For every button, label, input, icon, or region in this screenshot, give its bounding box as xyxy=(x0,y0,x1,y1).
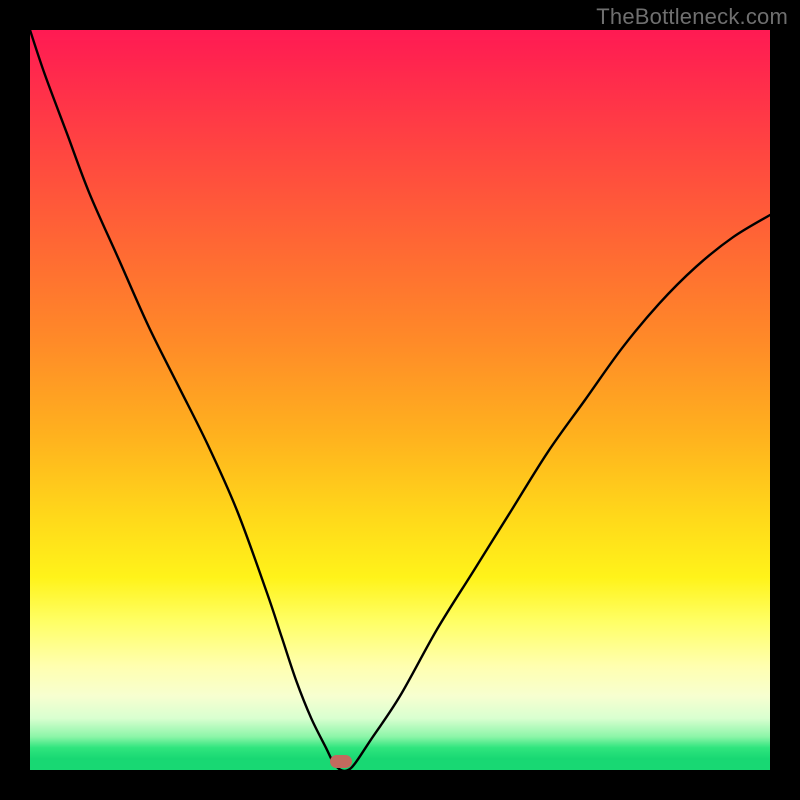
bottleneck-curve xyxy=(30,30,770,770)
minimum-marker xyxy=(330,755,352,768)
plot-area xyxy=(30,30,770,770)
chart-frame: TheBottleneck.com xyxy=(0,0,800,800)
curve-path xyxy=(30,30,770,770)
watermark-text: TheBottleneck.com xyxy=(596,4,788,30)
